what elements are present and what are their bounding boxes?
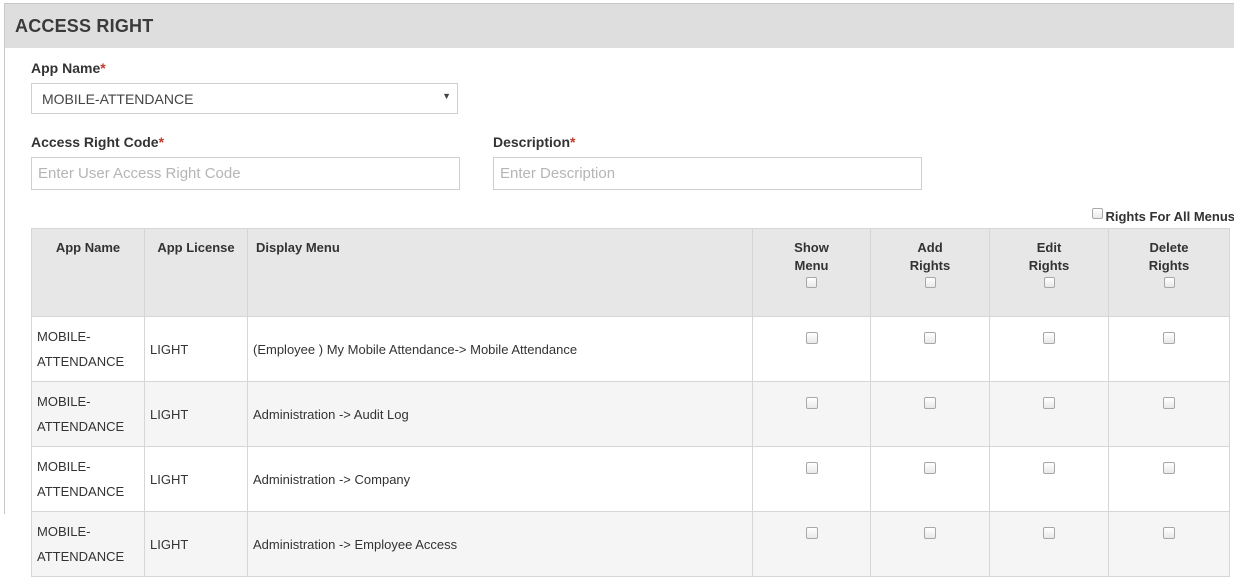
cell-app-name: MOBILE-ATTENDANCE (31, 381, 145, 447)
show-menu-checkbox[interactable] (805, 527, 818, 539)
col-app-name: App Name (31, 228, 145, 317)
description-label: Description* (493, 134, 575, 150)
add-rights-all-checkbox[interactable] (924, 277, 936, 288)
required-mark: * (158, 134, 165, 150)
col-display-menu: Display Menu (247, 228, 753, 317)
cell-add-rights (870, 511, 990, 577)
cell-add-rights (870, 316, 990, 382)
access-right-code-label: Access Right Code* (31, 134, 164, 150)
cell-display-menu: Administration -> Employee Access (247, 511, 753, 577)
rights-for-all-menus-checkbox[interactable] (1092, 208, 1104, 219)
edit-rights-checkbox[interactable] (1043, 462, 1055, 474)
col-delete-rights: Delete Rights (1108, 228, 1230, 317)
required-mark: * (570, 134, 576, 150)
table-row: MOBILE-ATTENDANCE LIGHT Administration -… (31, 511, 1230, 577)
rights-for-all-menus-label: Rights For All Menus (1105, 209, 1234, 224)
delete-rights-checkbox[interactable] (1163, 332, 1175, 344)
access-right-panel: ACCESS RIGHT App Name* MOBILE-ATTENDANCE… (4, 3, 1234, 577)
cell-delete-rights (1108, 446, 1230, 512)
col-app-license-label: App License (157, 240, 235, 255)
app-name-label-text: App Name (31, 60, 101, 76)
col-app-name-label: App Name (55, 240, 121, 255)
col-show-menu-label-2: Menu (794, 258, 829, 273)
col-display-menu-label: Display Menu (256, 240, 340, 255)
app-name-label: App Name* (31, 60, 106, 76)
cell-app-license: LIGHT (144, 381, 248, 447)
cell-display-menu: Administration -> Audit Log (247, 381, 753, 447)
delete-rights-checkbox[interactable] (1163, 397, 1175, 409)
cell-delete-rights (1108, 316, 1230, 382)
table-row: MOBILE-ATTENDANCE LIGHT Administration -… (31, 446, 1230, 512)
edit-rights-checkbox[interactable] (1043, 527, 1055, 539)
show-menu-checkbox[interactable] (805, 397, 818, 409)
app-name-select[interactable]: MOBILE-ATTENDANCE ▼ (31, 83, 458, 114)
cell-delete-rights (1108, 381, 1230, 447)
show-menu-all-checkbox[interactable] (806, 277, 817, 288)
cell-delete-rights (1108, 511, 1230, 577)
cell-display-menu: (Employee ) My Mobile Attendance-> Mobil… (247, 316, 753, 382)
cell-edit-rights (989, 381, 1109, 447)
cell-add-rights (870, 446, 990, 512)
delete-rights-checkbox[interactable] (1163, 527, 1175, 539)
show-menu-checkbox[interactable] (805, 462, 818, 474)
cell-show-menu (752, 446, 871, 512)
delete-rights-all-checkbox[interactable] (1163, 277, 1175, 288)
col-app-license: App License (144, 228, 248, 317)
panel-header: ACCESS RIGHT (5, 4, 1234, 48)
col-add-rights-label-2: Rights (909, 258, 951, 273)
cell-edit-rights (989, 511, 1109, 577)
cell-add-rights (870, 381, 990, 447)
rights-for-all-menus: Rights For All Menus (1092, 208, 1234, 224)
show-menu-checkbox[interactable] (805, 332, 818, 344)
cell-edit-rights (989, 316, 1109, 382)
edit-rights-checkbox[interactable] (1043, 332, 1055, 344)
col-edit-rights-label-2: Rights (1028, 258, 1070, 273)
col-delete-rights-label-2: Rights (1148, 258, 1190, 273)
access-right-code-label-text: Access Right Code (31, 134, 159, 150)
cell-display-menu: Administration -> Company (247, 446, 753, 512)
add-rights-checkbox[interactable] (924, 527, 936, 539)
col-add-rights: Add Rights (870, 228, 990, 317)
caret-down-icon: ▼ (442, 91, 451, 101)
page-title: ACCESS RIGHT (15, 16, 154, 36)
access-right-code-input[interactable] (31, 157, 460, 190)
add-rights-checkbox[interactable] (924, 397, 936, 409)
edit-rights-checkbox[interactable] (1043, 397, 1055, 409)
col-show-menu: Show Menu (752, 228, 871, 317)
table-row: MOBILE-ATTENDANCE LIGHT Administration -… (31, 381, 1230, 447)
cell-app-name: MOBILE-ATTENDANCE (31, 316, 145, 382)
cell-show-menu (752, 511, 871, 577)
cell-app-name: MOBILE-ATTENDANCE (31, 446, 145, 512)
table-header-row: App Name App License Display Menu Show M… (31, 228, 1230, 317)
cell-show-menu (752, 316, 871, 382)
cell-app-name: MOBILE-ATTENDANCE (31, 511, 145, 577)
col-add-rights-label-1: Add (917, 240, 943, 255)
col-delete-rights-label-1: Delete (1149, 240, 1189, 255)
edit-rights-all-checkbox[interactable] (1043, 277, 1055, 288)
add-rights-checkbox[interactable] (924, 462, 936, 474)
col-edit-rights: Edit Rights (989, 228, 1109, 317)
add-rights-checkbox[interactable] (924, 332, 936, 344)
delete-rights-checkbox[interactable] (1163, 462, 1175, 474)
description-input[interactable] (493, 157, 922, 190)
cell-edit-rights (989, 446, 1109, 512)
required-mark: * (100, 60, 106, 76)
app-name-select-value: MOBILE-ATTENDANCE (42, 91, 194, 107)
cell-app-license: LIGHT (144, 316, 248, 382)
description-label-text: Description (493, 134, 571, 150)
table-row: MOBILE-ATTENDANCE LIGHT (Employee ) My M… (31, 316, 1230, 382)
cell-app-license: LIGHT (144, 446, 248, 512)
cell-app-license: LIGHT (144, 511, 248, 577)
col-edit-rights-label-1: Edit (1036, 240, 1062, 255)
cell-show-menu (752, 381, 871, 447)
access-rights-table: App Name App License Display Menu Show M… (31, 228, 1230, 577)
col-show-menu-label-1: Show (794, 240, 829, 255)
